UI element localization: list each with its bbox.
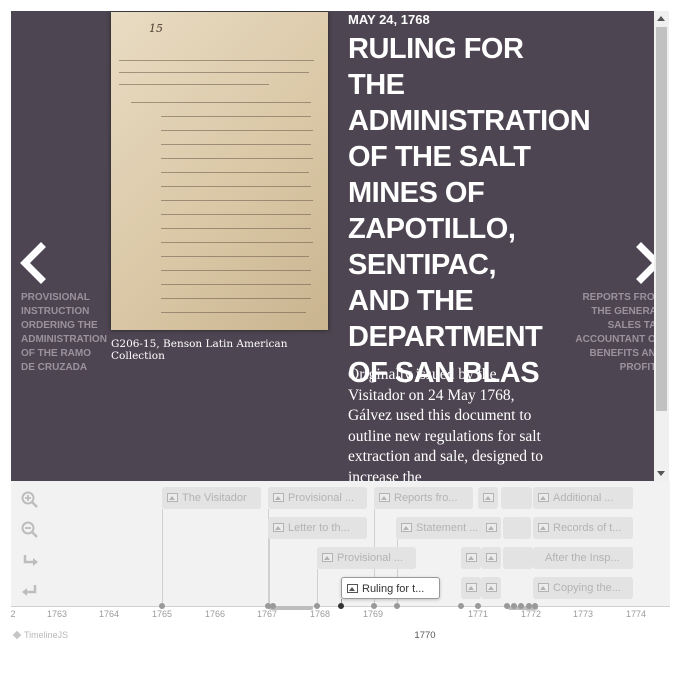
image-icon	[379, 493, 390, 502]
timelinejs-branding[interactable]: TimelineJS	[12, 630, 69, 640]
year-tick: 1773	[572, 609, 594, 619]
next-slide-label[interactable]: REPORTS FROM THE GENERAL SALES TAX ACCOU…	[573, 291, 654, 375]
marker-label: Records of t...	[553, 522, 622, 534]
timeline-marker[interactable]: Records of t...	[533, 517, 633, 539]
year-tick: 2	[10, 609, 16, 619]
manuscript-page-number: 15	[149, 22, 163, 35]
timeline-marker[interactable]: Statement ...	[396, 517, 486, 539]
marker-label: Ruling for t...	[362, 583, 425, 595]
image-icon	[322, 553, 333, 562]
image-icon	[466, 553, 477, 562]
event-dot-active[interactable]	[338, 603, 344, 609]
timeline-marker[interactable]	[514, 487, 532, 509]
year-tick: 1767	[256, 609, 278, 619]
year-tick: 1774	[625, 609, 647, 619]
slide-headline: RULING FOR THE ADMINISTRATION OF THE SAL…	[348, 33, 591, 389]
timeline-marker[interactable]: Reports fro...	[374, 487, 473, 509]
manuscript-image: 15	[111, 12, 328, 330]
marker-label: The Visitador	[182, 492, 247, 504]
timeline-marker[interactable]: Provisional ...	[268, 487, 367, 509]
previous-slide-label[interactable]: PROVISIONAL INSTRUCTION ORDERING THE ADM…	[21, 291, 107, 375]
slide-body-text: Originally issued by the Visitador on 24…	[348, 366, 543, 481]
image-icon	[538, 493, 549, 502]
marker-label: After the Insp...	[545, 552, 620, 564]
slide-scrollbar[interactable]	[654, 11, 669, 481]
image-icon	[273, 523, 284, 532]
timeline-marker[interactable]: The Visitador	[162, 487, 261, 509]
image-icon	[486, 523, 497, 532]
zoom-in-icon[interactable]	[21, 491, 39, 509]
image-icon	[466, 583, 477, 592]
scroll-thumb[interactable]	[656, 27, 667, 411]
image-icon	[273, 493, 284, 502]
image-icon	[538, 523, 549, 532]
timeline-navigator[interactable]: The Visitador Provisional ... Reports fr…	[11, 481, 670, 606]
media-caption: G206-15, Benson Latin American Collectio…	[111, 338, 288, 362]
marker-label: Additional ...	[553, 492, 614, 504]
marker-label: Provisional ...	[337, 552, 404, 564]
scroll-up-arrow-icon[interactable]	[657, 16, 665, 21]
image-icon	[538, 583, 549, 592]
timeline-marker[interactable]	[478, 487, 498, 509]
slide-date: MAY 24, 1768	[348, 12, 430, 27]
event-dot[interactable]	[504, 603, 510, 609]
redo-icon[interactable]	[21, 551, 39, 569]
time-axis[interactable]: 2 1763 1764 1765 1766 1767 1768 1769 177…	[10, 603, 670, 647]
chevron-right-icon[interactable]	[633, 241, 654, 293]
year-tick: 1771	[467, 609, 489, 619]
major-year-tick: 1770	[414, 630, 436, 641]
slide: 15 G206-15, Benson Latin American Collec…	[11, 11, 654, 481]
undo-icon[interactable]	[21, 581, 39, 599]
marker-label: Reports fro...	[394, 492, 458, 504]
scroll-down-arrow-icon[interactable]	[657, 471, 665, 476]
chevron-left-icon[interactable]	[17, 241, 49, 293]
branding-label: TimelineJS	[24, 630, 69, 640]
event-dot[interactable]	[394, 603, 400, 609]
timeline-marker[interactable]	[481, 547, 501, 569]
timeline-marker[interactable]: Copying the...	[533, 577, 633, 599]
timeline-marker[interactable]: Provisional ...	[317, 547, 416, 569]
timelinejs-logo-icon	[12, 630, 22, 640]
timeline-marker[interactable]: After the Insp...	[533, 547, 633, 569]
year-tick: 1769	[362, 609, 384, 619]
zoom-out-icon[interactable]	[21, 521, 39, 539]
timeline-marker[interactable]	[481, 577, 501, 599]
timeline-marker[interactable]	[481, 517, 501, 539]
timeline-marker[interactable]	[503, 547, 533, 569]
image-icon	[347, 584, 358, 593]
year-tick: 1766	[204, 609, 226, 619]
year-tick: 1768	[309, 609, 331, 619]
year-tick: 1764	[98, 609, 120, 619]
marker-label: Provisional ...	[288, 492, 355, 504]
image-icon	[486, 553, 497, 562]
year-tick: 1763	[46, 609, 68, 619]
image-icon	[486, 583, 497, 592]
image-icon	[167, 493, 178, 502]
year-tick: 1772	[520, 609, 542, 619]
timeline-marker[interactable]: Additional ...	[533, 487, 633, 509]
timeline-marker[interactable]: Letter to th...	[268, 517, 367, 539]
marker-label: Statement ...	[416, 522, 479, 534]
marker-label: Letter to th...	[288, 522, 350, 534]
timeline-marker[interactable]	[461, 577, 481, 599]
timeline-marker[interactable]	[461, 547, 481, 569]
marker-label: Copying the...	[553, 582, 621, 594]
timeline-marker-active[interactable]: Ruling for t...	[341, 577, 440, 599]
year-tick: 1765	[151, 609, 173, 619]
timeline-marker[interactable]	[513, 517, 531, 539]
image-icon	[401, 523, 412, 532]
image-icon	[483, 493, 494, 502]
